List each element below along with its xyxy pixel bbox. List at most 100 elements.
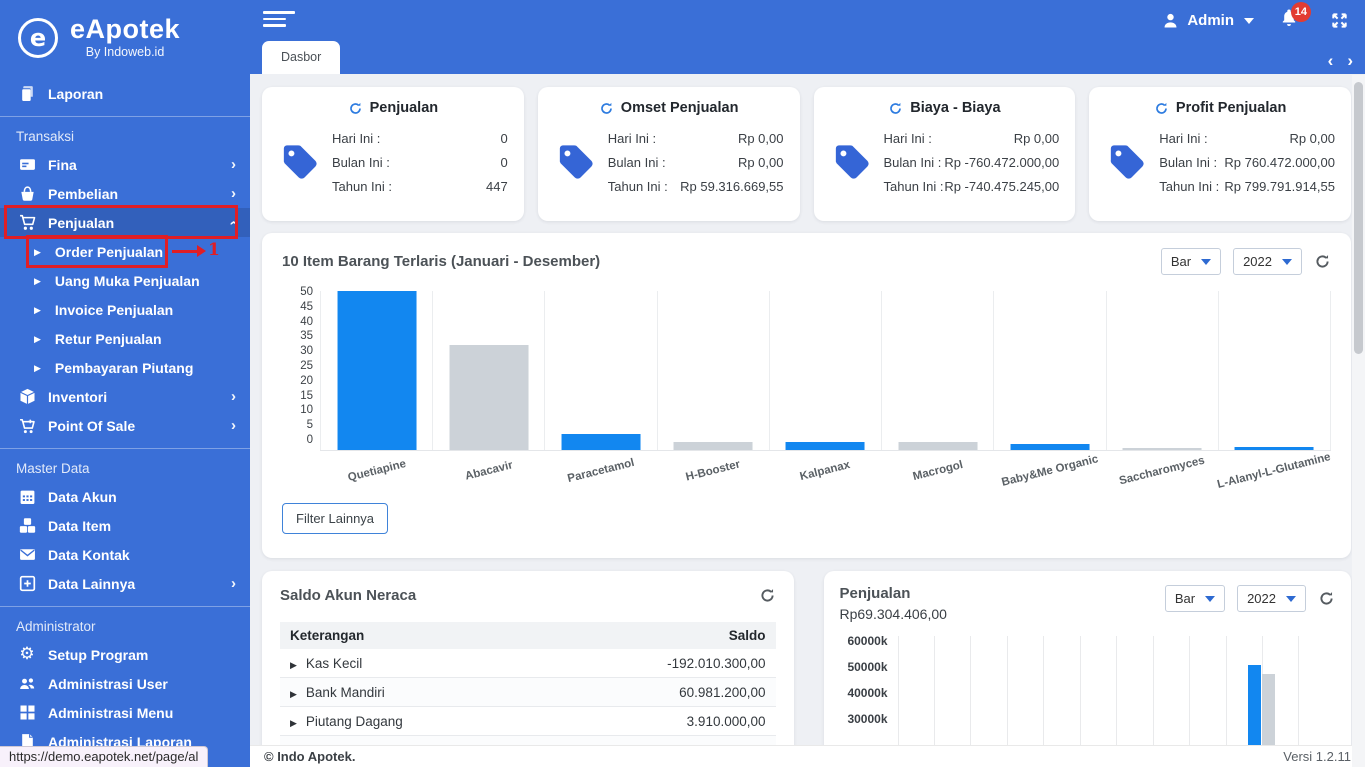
user-menu[interactable]: Admin [1162,12,1254,29]
sidebar-item-laporan[interactable]: Laporan [0,79,250,108]
sidebar-item-label: Fina [48,156,77,173]
refresh-button[interactable] [1314,253,1331,270]
sidebar-item-data-lainnya[interactable]: Data Lainnya › [0,569,250,598]
refresh-icon[interactable] [888,101,903,116]
plus-square-icon [16,575,38,592]
stat-label: Bulan Ini : [1159,154,1218,170]
refresh-button[interactable] [1318,590,1335,607]
refresh-icon[interactable] [599,101,614,116]
dashboard-content: Penjualan Hari Ini : 0 Bulan Ini : 0 Tahun… [250,74,1365,745]
stat-value: Rp -740.475.245,00 [944,178,1060,194]
refresh-icon[interactable] [1154,101,1169,116]
bar-column: Kalpanax [768,291,881,483]
y-axis-tick: 5 [306,419,313,432]
refresh-icon [1320,592,1333,605]
bar[interactable] [1261,673,1275,745]
bar[interactable] [561,434,641,450]
sidebar-item-uang-muka-penjualan[interactable]: ▶ Uang Muka Penjualan [0,266,250,295]
sidebar-item-invoice-penjualan[interactable]: ▶ Invoice Penjualan [0,295,250,324]
bar-column [1189,636,1225,745]
notifications-button[interactable]: 14 [1280,2,1311,32]
y-axis-tick: 35 [300,330,313,343]
sidebar-item-inventori[interactable]: Inventori › [0,382,250,411]
sidebar-item-administrasi-user[interactable]: Administrasi User [0,669,250,698]
column-header-saldo: Saldo [594,622,776,649]
refresh-button[interactable] [759,587,776,604]
chart-year-select[interactable]: 2022 [1237,585,1306,612]
bar[interactable] [673,442,753,450]
sidebar-item-data-kontak[interactable]: Data Kontak [0,540,250,569]
sidebar-item-label: Order Penjualan [54,243,164,260]
sidebar-item-fina[interactable]: Fina › [0,150,250,179]
bar[interactable] [1234,446,1314,450]
brand: e eApotek By Indoweb.id [0,0,250,65]
fullscreen-button[interactable] [1330,11,1349,30]
hamburger-menu-icon[interactable] [263,11,297,31]
annotation-step-label: 1 [208,240,220,260]
bar[interactable] [1122,447,1202,450]
sidebar-item-data-akun[interactable]: Data Akun [0,482,250,511]
chart-type-select[interactable]: Bar [1164,585,1226,612]
divider [0,606,250,607]
sidebar-item-order-penjualan[interactable]: ▶ Order Penjualan 1 [0,235,250,268]
brand-logo-icon: e [18,18,58,58]
table-row[interactable]: ▶ Piutang Dagang 3.910.000,00 [280,706,776,736]
chevron-right-icon: › [231,387,236,405]
users-icon [16,675,38,692]
tab-scroll-left-icon[interactable]: ‹ [1328,52,1334,69]
sidebar-item-point-of-sale[interactable]: Point Of Sale › [0,411,250,440]
sidebar-item-data-item[interactable]: Data Item [0,511,250,540]
sidebar-item-administrasi-menu[interactable]: Administrasi Menu [0,698,250,727]
bar[interactable] [1010,443,1090,450]
annotation-arrow [172,245,206,257]
chevron-right-icon: › [231,155,236,173]
brand-subtitle: By Indoweb.id [85,45,165,59]
sidebar-item-setup-program[interactable]: ⚙ Setup Program [0,640,250,669]
bar[interactable] [898,442,978,450]
bar-column: Saccharomyces [1105,291,1218,487]
stat-value: Rp 799.791.914,55 [1224,178,1335,194]
table-row[interactable]: ▶ Bank Mandiri 60.981.200,00 [280,677,776,707]
scrollbar-track[interactable] [1352,75,1365,767]
bar[interactable] [337,291,417,450]
tab-scroll-right-icon[interactable]: › [1347,52,1353,69]
bar[interactable] [1247,664,1261,745]
table-row[interactable]: ▶Persediaan Barang Dagangan 1.327.342.84… [280,735,776,745]
refresh-icon[interactable] [348,101,363,116]
y-axis-tick: 10 [300,404,313,417]
bar-column [897,636,934,745]
bar[interactable] [786,442,865,450]
copy-icon [16,85,38,102]
caret-right-icon: ▶ [34,275,41,286]
bar-column [1152,636,1189,745]
chevron-up-icon: › [224,220,242,225]
sidebar-item-retur-penjualan[interactable]: ▶ Retur Penjualan [0,324,250,353]
chart-year-select[interactable]: 2022 [1233,248,1302,275]
x-axis-label: Abacavir [463,459,514,483]
annotation-box-penjualan [4,205,238,239]
filter-lainnya-button[interactable]: Filter Lainnya [282,503,389,534]
caret-right-icon: ▶ [34,304,41,315]
bar-column [1116,636,1152,745]
sidebar-item-pembelian[interactable]: Pembelian › [0,179,250,208]
stat-value: 0 [500,130,508,146]
caret-down-icon [1282,258,1292,265]
chevron-right-icon: › [231,574,236,592]
table-row[interactable]: ▶ Kas Kecil -192.010.300,00 [280,649,776,678]
stat-label: Tahun Ini : [883,178,944,194]
sidebar-item-label: Point Of Sale [48,417,136,434]
y-axis-tick: 15 [300,389,313,402]
stat-value: Rp -760.472.000,00 [944,154,1060,170]
sidebar-item-pembayaran-piutang[interactable]: ▶ Pembayaran Piutang [0,353,250,382]
chart-type-select[interactable]: Bar [1160,248,1222,275]
scrollbar-thumb[interactable] [1354,82,1363,354]
stat-value: Rp 0,00 [1289,130,1335,146]
stat-label: Hari Ini : [883,130,932,146]
y-axis-tick: 30000k [847,712,888,727]
version-text: Versi 1.2.11 [1283,749,1351,764]
caret-right-icon: ▶ [34,333,41,344]
tab-dasbor[interactable]: Dasbor [262,41,341,74]
sidebar-item-penjualan[interactable]: Penjualan › [0,205,250,239]
bar[interactable] [449,345,529,450]
stat-label: Bulan Ini : [607,154,666,170]
